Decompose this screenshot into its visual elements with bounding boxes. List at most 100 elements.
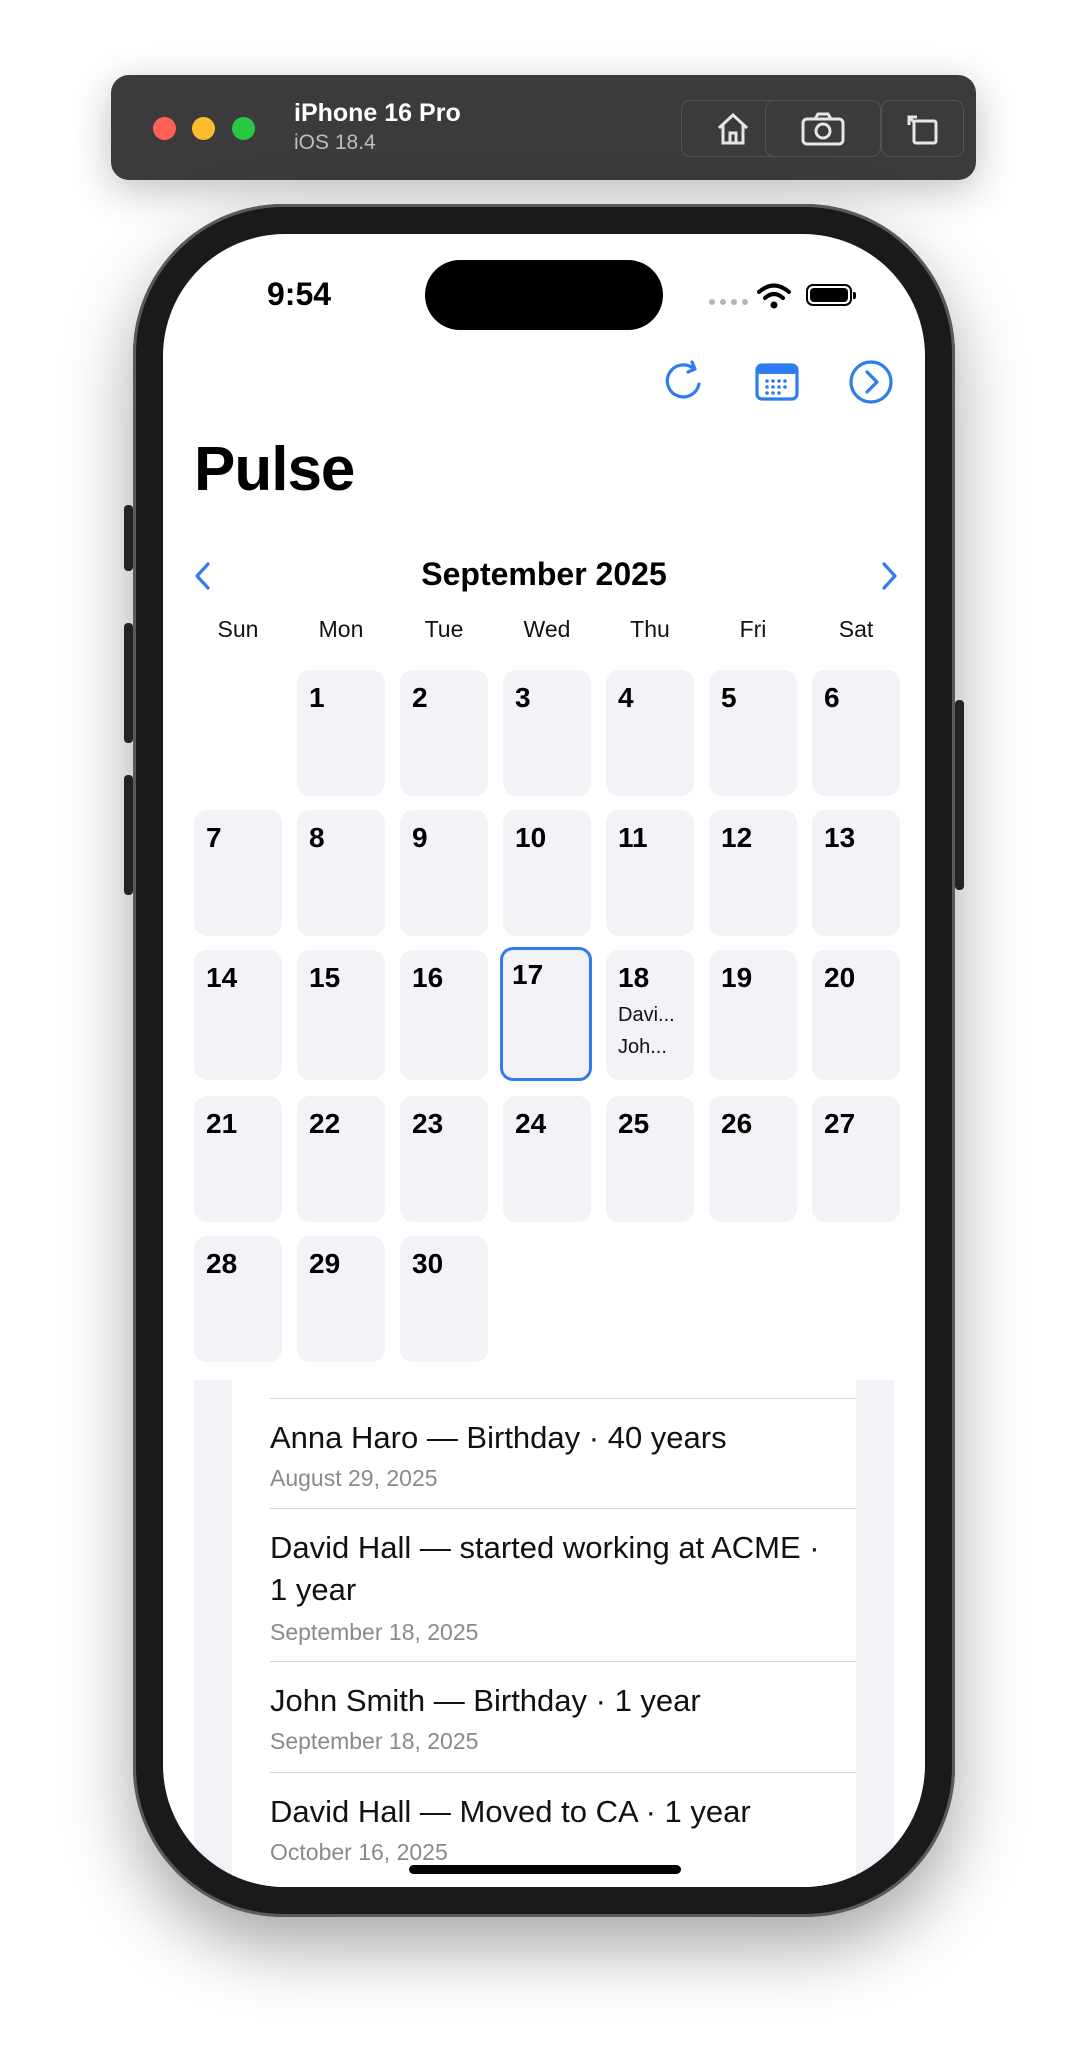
day-cell[interactable]: 13 [812, 810, 900, 936]
day-number: 25 [618, 1108, 650, 1139]
phone-screen: 9:54 Pulse September 2025 Sun Mon Tue We… [163, 234, 925, 1887]
day-cell[interactable]: 16 [400, 950, 488, 1080]
event-date: September 18, 2025 [270, 1619, 479, 1645]
day-number: 10 [515, 822, 547, 853]
next-month-button[interactable] [874, 556, 904, 596]
day-number: 6 [824, 682, 840, 713]
calendar-button[interactable] [753, 358, 801, 406]
day-cell[interactable]: 2 [400, 670, 488, 796]
list-item[interactable]: Anna Haro — Birthday · 40 years August 2… [270, 1398, 856, 1509]
day-cell[interactable]: 23 [400, 1096, 488, 1222]
power-button [955, 700, 964, 890]
weekday-label: Tue [424, 616, 464, 642]
day-cell[interactable]: 27 [812, 1096, 900, 1222]
day-cell[interactable]: 24 [503, 1096, 591, 1222]
day-cell[interactable]: 12 [709, 810, 797, 936]
day-cell[interactable]: 19 [709, 950, 797, 1080]
day-number: 17 [512, 959, 544, 990]
day-number: 2 [412, 682, 428, 713]
day-number: 11 [618, 822, 648, 853]
status-time: 9:54 [267, 276, 332, 312]
day-cell[interactable]: 6 [812, 670, 900, 796]
next-button[interactable] [847, 358, 895, 406]
wifi-icon [757, 283, 791, 309]
day-number: 15 [309, 962, 341, 993]
day-cell[interactable]: 25 [606, 1096, 694, 1222]
day-number: 12 [721, 822, 753, 853]
day-cell[interactable]: 18 Davi... Joh... [606, 950, 694, 1080]
volume-up-button [124, 623, 133, 743]
month-title: September 2025 [421, 556, 667, 592]
day-cell[interactable]: 11 [606, 810, 694, 936]
weekday-label: Wed [523, 616, 571, 642]
previous-month-button[interactable] [188, 556, 218, 596]
day-number: 20 [824, 962, 856, 993]
screenshot-button[interactable] [765, 100, 881, 157]
day-cell[interactable]: 14 [194, 950, 282, 1080]
event-title: John Smith — Birthday · 1 year [270, 1683, 701, 1718]
weekday-label: Sat [838, 616, 874, 642]
day-cell[interactable]: 22 [297, 1096, 385, 1222]
events-list-background: Anna Haro — Birthday · 40 years August 2… [194, 1380, 894, 1887]
rotate-icon [907, 115, 937, 144]
event-title: Anna Haro — Birthday · 40 years [270, 1420, 727, 1455]
event-date: September 18, 2025 [270, 1728, 479, 1754]
day-number: 14 [206, 962, 238, 993]
day-number: 9 [412, 822, 428, 853]
list-item[interactable]: David Hall — started working at ACME · 1… [270, 1508, 856, 1662]
chevron-right-circle-icon [849, 360, 893, 404]
day-cell[interactable]: 3 [503, 670, 591, 796]
day-number: 27 [824, 1108, 856, 1139]
day-cell[interactable]: 15 [297, 950, 385, 1080]
chevron-left-icon [195, 562, 210, 590]
day-number: 24 [515, 1108, 547, 1139]
chevron-right-icon [882, 562, 897, 590]
day-number: 30 [412, 1248, 444, 1279]
day-number: 7 [206, 822, 222, 853]
weekday-label: Mon [318, 616, 364, 642]
day-number: 21 [206, 1108, 238, 1139]
day-cell[interactable]: 21 [194, 1096, 282, 1222]
day-event-label: Joh... [618, 1036, 667, 1058]
device-name: iPhone 16 Pro [294, 99, 461, 127]
day-cell-selected[interactable]: 17 [500, 947, 592, 1081]
day-number: 16 [412, 962, 444, 993]
day-cell[interactable]: 5 [709, 670, 797, 796]
weekday-label: Fri [739, 616, 767, 642]
day-number: 19 [721, 962, 753, 993]
events-list: Anna Haro — Birthday · 40 years August 2… [232, 1380, 856, 1887]
day-cell[interactable]: 7 [194, 810, 282, 936]
refresh-icon [665, 360, 701, 399]
day-cell[interactable]: 30 [400, 1236, 488, 1362]
battery-icon [806, 284, 856, 306]
refresh-button[interactable] [661, 358, 709, 406]
zoom-window-button[interactable] [232, 117, 255, 140]
day-cell[interactable]: 4 [606, 670, 694, 796]
page-title: Pulse [194, 435, 355, 504]
day-cell[interactable]: 20 [812, 950, 900, 1080]
event-date: October 16, 2025 [270, 1839, 448, 1865]
day-cell[interactable]: 8 [297, 810, 385, 936]
day-number: 8 [309, 822, 325, 853]
day-number: 5 [721, 682, 737, 713]
home-indicator [409, 1865, 681, 1874]
day-number: 28 [206, 1248, 238, 1279]
day-number: 23 [412, 1108, 444, 1139]
list-item[interactable]: John Smith — Birthday · 1 year September… [270, 1661, 856, 1772]
day-cell[interactable]: 29 [297, 1236, 385, 1362]
day-cell[interactable]: 9 [400, 810, 488, 936]
day-number: 18 [618, 962, 650, 993]
day-cell[interactable]: 10 [503, 810, 591, 936]
day-cell[interactable]: 1 [297, 670, 385, 796]
rotate-button[interactable] [881, 100, 964, 157]
event-date: August 29, 2025 [270, 1465, 438, 1491]
minimize-window-button[interactable] [192, 117, 215, 140]
event-title: David Hall — started working at ACME · 1… [270, 1530, 820, 1607]
day-number: 4 [618, 682, 634, 713]
day-number: 29 [309, 1248, 341, 1279]
calendar-icon [755, 363, 799, 401]
day-cell[interactable]: 26 [709, 1096, 797, 1222]
close-window-button[interactable] [153, 117, 176, 140]
action-button [124, 505, 133, 571]
day-cell[interactable]: 28 [194, 1236, 282, 1362]
